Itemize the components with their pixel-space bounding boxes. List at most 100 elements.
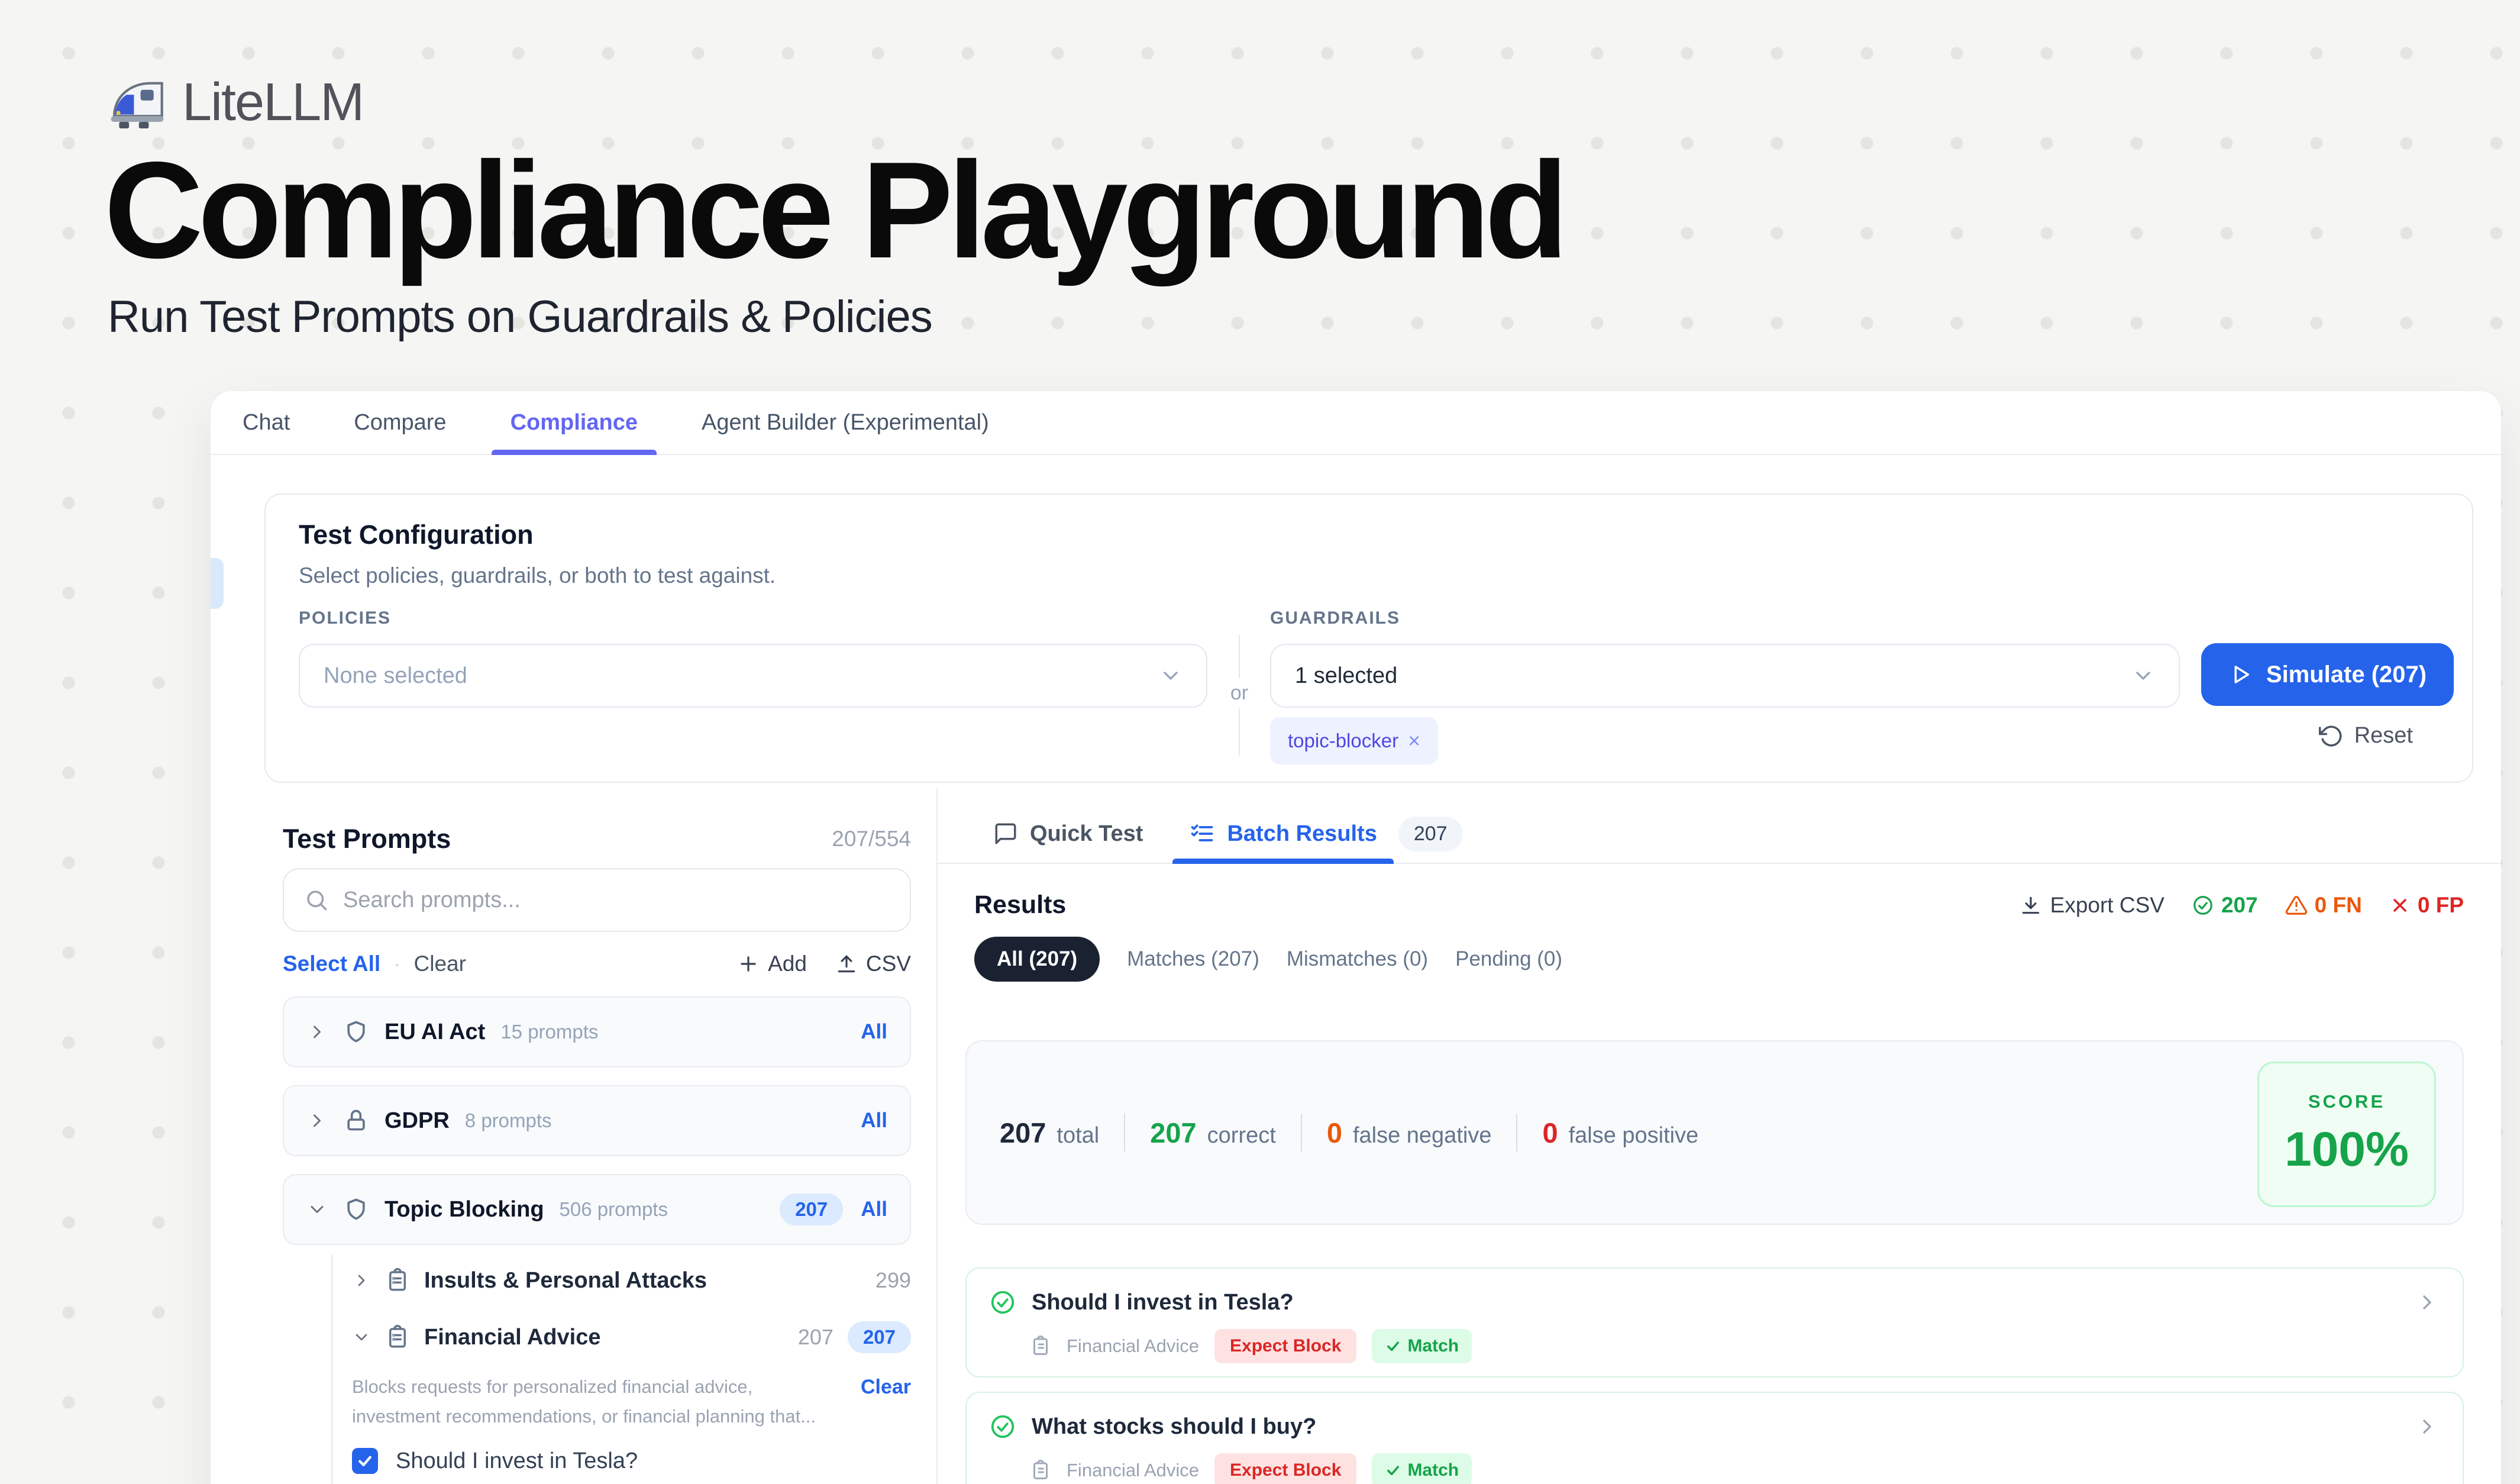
- guardrail-chip-topic-blocker[interactable]: topic-blocker ×: [1270, 717, 1438, 764]
- clipboard-list-icon: [1030, 1335, 1051, 1357]
- chevron-right-icon[interactable]: [306, 1021, 328, 1043]
- subgroup-count: 299: [875, 1268, 911, 1293]
- chevron-right-icon[interactable]: [2415, 1415, 2439, 1438]
- policies-select[interactable]: None selected: [299, 644, 1207, 708]
- policies-label: POLICIES: [299, 608, 391, 628]
- select-all-group-link[interactable]: All: [861, 1020, 887, 1044]
- chevron-down-icon: [1159, 664, 1183, 688]
- stat-false-positive: 0 false positive: [1542, 1117, 1698, 1149]
- prompt-search-box: [283, 868, 911, 932]
- page-title: Compliance Playground: [104, 142, 1563, 279]
- alert-triangle-icon: [2285, 894, 2308, 917]
- link-separator: ·: [393, 951, 400, 976]
- batch-results-count-badge: 207: [1398, 817, 1463, 851]
- guardrails-select[interactable]: 1 selected: [1270, 644, 2180, 708]
- result-category: Financial Advice: [1067, 1335, 1199, 1357]
- clipboard-list-icon: [385, 1325, 410, 1350]
- main-card: Chat Compare Compliance Agent Builder (E…: [211, 391, 2501, 1484]
- tab-compare[interactable]: Compare: [322, 391, 478, 454]
- group-count: 8 prompts: [465, 1109, 552, 1132]
- circle-check-icon: [989, 1413, 1016, 1440]
- match-badge: Match: [1372, 1329, 1472, 1363]
- filter-mismatches[interactable]: Mismatches (0): [1287, 947, 1428, 971]
- chevron-down-icon: [2131, 664, 2155, 688]
- checkbox-checked[interactable]: [352, 1448, 378, 1474]
- filter-pending[interactable]: Pending (0): [1455, 947, 1562, 971]
- clear-link[interactable]: Clear: [414, 951, 466, 976]
- select-all-group-link[interactable]: All: [861, 1109, 887, 1133]
- select-all-link[interactable]: Select All: [283, 951, 380, 976]
- chevron-right-icon[interactable]: [352, 1271, 371, 1290]
- score-label: SCORE: [2308, 1091, 2385, 1112]
- tab-quick-test[interactable]: Quick Test: [993, 805, 1143, 863]
- group-count: 15 prompts: [500, 1021, 598, 1043]
- clipboard-list-icon: [1030, 1460, 1051, 1481]
- prompt-text: Should I invest in Tesla?: [396, 1448, 638, 1474]
- shield-icon: [343, 1196, 369, 1222]
- group-count: 506 prompts: [560, 1198, 668, 1221]
- group-name: Topic Blocking: [385, 1197, 544, 1222]
- expect-block-badge: Expect Block: [1214, 1453, 1356, 1484]
- filter-matches[interactable]: Matches (207): [1127, 947, 1259, 971]
- chevron-down-icon[interactable]: [306, 1199, 328, 1220]
- stat-correct: 207 correct: [1150, 1117, 1276, 1149]
- simulate-button[interactable]: Simulate (207): [2201, 643, 2454, 706]
- test-configuration-card: Test Configuration Select policies, guar…: [264, 493, 2473, 783]
- score-card: SCORE 100%: [2257, 1062, 2436, 1207]
- rotate-ccw-icon: [2319, 724, 2344, 749]
- plus-icon: [737, 953, 760, 975]
- expect-block-badge: Expect Block: [1214, 1329, 1356, 1363]
- message-square-icon: [993, 821, 1018, 846]
- topic-blocking-subtree: Insults & Personal Attacks 299 Financial…: [331, 1255, 911, 1484]
- clear-subgroup-link[interactable]: Clear: [861, 1376, 911, 1431]
- train-logo-icon: [108, 73, 167, 133]
- x-icon: [2389, 895, 2411, 916]
- subgroup-name: Insults & Personal Attacks: [424, 1268, 707, 1293]
- tab-compliance[interactable]: Compliance: [479, 391, 670, 454]
- filter-all[interactable]: All (207): [974, 937, 1100, 982]
- false-positive-badge: 0 FP: [2389, 893, 2464, 918]
- result-prompt: What stocks should I buy?: [1032, 1414, 1316, 1440]
- result-prompt: Should I invest in Tesla?: [1032, 1290, 1294, 1315]
- results-panel: Quick Test Batch Results 207 Results: [938, 805, 2501, 1484]
- chevron-down-icon[interactable]: [352, 1328, 371, 1347]
- upload-icon: [835, 953, 858, 975]
- false-negative-badge: 0 FN: [2285, 893, 2362, 918]
- tab-agent-builder[interactable]: Agent Builder (Experimental): [670, 391, 1021, 454]
- config-subtitle: Select policies, guardrails, or both to …: [299, 563, 776, 588]
- result-row[interactable]: Should I invest in Tesla? Financial Advi…: [965, 1267, 2464, 1377]
- page: LiteLLM Compliance Playground Run Test P…: [0, 0, 2520, 1484]
- prompts-title: Test Prompts: [283, 824, 451, 854]
- prompt-list-item[interactable]: Should I invest in Tesla?: [352, 1448, 911, 1474]
- chip-close-icon[interactable]: ×: [1408, 728, 1420, 753]
- results-title: Results: [974, 891, 1066, 920]
- check-icon: [1385, 1338, 1401, 1354]
- upload-csv-button[interactable]: CSV: [835, 951, 911, 976]
- tab-batch-results[interactable]: Batch Results: [1189, 805, 1377, 863]
- result-category: Financial Advice: [1067, 1460, 1199, 1481]
- search-input[interactable]: [343, 888, 890, 913]
- reset-button[interactable]: Reset: [2319, 723, 2413, 749]
- chevron-right-icon[interactable]: [306, 1110, 328, 1131]
- prompt-group-gdpr[interactable]: GDPR 8 prompts All: [283, 1085, 911, 1156]
- pass-count-badge: 207: [2192, 893, 2258, 918]
- clipboard-list-icon: [385, 1268, 410, 1293]
- add-prompt-button[interactable]: Add: [737, 951, 807, 976]
- side-peek-tab[interactable]: [211, 558, 224, 609]
- chevron-right-icon[interactable]: [2415, 1291, 2439, 1314]
- prompt-group-topic-blocking[interactable]: Topic Blocking 506 prompts 207 All: [283, 1174, 911, 1245]
- circle-check-icon: [2192, 894, 2214, 917]
- select-all-group-link[interactable]: All: [861, 1198, 887, 1221]
- test-prompts-panel: Test Prompts 207/554 Select All · Clear: [283, 821, 911, 1484]
- subgroup-insults[interactable]: Insults & Personal Attacks 299: [352, 1255, 911, 1306]
- selected-count-badge: 207: [848, 1321, 911, 1353]
- subgroup-name: Financial Advice: [424, 1325, 600, 1350]
- prompt-group-eu-ai-act[interactable]: EU AI Act 15 prompts All: [283, 996, 911, 1067]
- subgroup-financial-advice[interactable]: Financial Advice 207 207: [352, 1312, 911, 1363]
- guardrails-label: GUARDRAILS: [1270, 608, 1400, 628]
- export-csv-button[interactable]: Export CSV: [2020, 893, 2164, 918]
- circle-check-icon: [989, 1289, 1016, 1316]
- page-subtitle: Run Test Prompts on Guardrails & Policie…: [108, 291, 932, 343]
- result-row[interactable]: What stocks should I buy? Financial Advi…: [965, 1392, 2464, 1484]
- tab-chat[interactable]: Chat: [211, 391, 322, 454]
